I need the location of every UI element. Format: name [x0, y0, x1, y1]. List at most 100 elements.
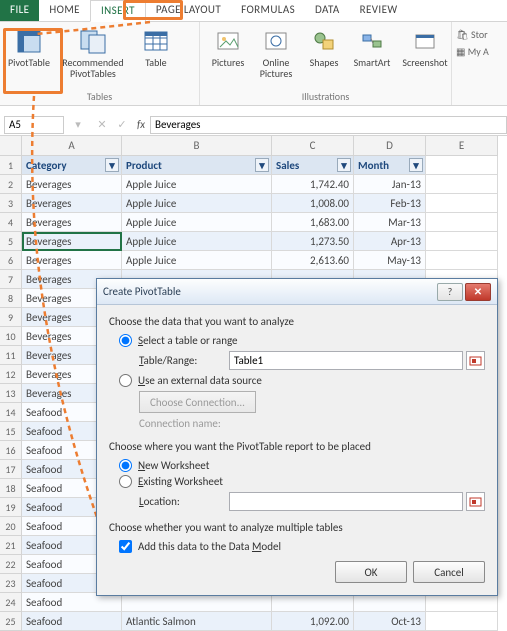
cell[interactable]: 2,613.60	[272, 251, 354, 270]
cell[interactable]: Beverages	[22, 232, 122, 251]
cell[interactable]: Beverages	[22, 213, 122, 232]
cell[interactable]: Jan-13	[354, 175, 426, 194]
formula-input[interactable]	[150, 116, 507, 134]
table-label: Table	[145, 57, 166, 68]
recommended-pivottables-icon	[79, 27, 107, 55]
cell[interactable]: 1,273.50	[272, 232, 354, 251]
radio-external-source-input[interactable]	[119, 374, 132, 387]
radio-select-table-input[interactable]	[119, 334, 132, 347]
table-range-input[interactable]	[229, 351, 463, 370]
online-pictures-icon	[262, 27, 290, 55]
label-table-range: Table/Range:	[139, 354, 229, 367]
cell[interactable]: Apple Juice	[122, 194, 272, 213]
store-button[interactable]: 🛍 Stor	[456, 28, 489, 41]
section-multiple-tables: Choose whether you want to analyze multi…	[109, 521, 485, 534]
radio-existing-worksheet[interactable]: Existing Worksheet	[119, 475, 485, 488]
tab-data[interactable]: DATA	[305, 0, 350, 21]
checkbox-data-model[interactable]: Add this data to the Data Model	[119, 540, 485, 553]
ribbon: PivotTable Recommended PivotTables Table…	[0, 22, 507, 106]
myapps-button[interactable]: ▦ My A	[456, 45, 489, 58]
section-choose-data: Choose the data that you want to analyze	[109, 315, 485, 328]
cancel-button[interactable]: Cancel	[413, 561, 485, 583]
column-header[interactable]: Category▾	[22, 156, 122, 175]
cell[interactable]: Oct-13	[354, 612, 426, 631]
screenshot-button[interactable]: Screenshot	[396, 25, 454, 90]
dialog-close-button[interactable]: ✕	[465, 283, 491, 301]
recommended-pivottables-button[interactable]: Recommended PivotTables	[54, 25, 132, 90]
range-picker-button[interactable]	[466, 351, 485, 370]
column-header[interactable]: Product▾	[122, 156, 272, 175]
online-pictures-button[interactable]: Online Pictures	[252, 25, 300, 90]
screenshot-icon	[411, 27, 439, 55]
cell[interactable]: Atlantic Salmon	[122, 612, 272, 631]
group-illustrations-label: Illustrations	[204, 90, 447, 105]
tab-insert[interactable]: INSERT	[90, 0, 146, 22]
dialog-titlebar[interactable]: Create PivotTable ? ✕	[97, 279, 497, 305]
pivottable-label: PivotTable	[8, 57, 50, 68]
cell[interactable]	[426, 175, 498, 194]
fx-icon[interactable]: fx	[132, 118, 150, 131]
radio-external-source[interactable]: Use an external data source	[119, 374, 485, 387]
namebox-dropdown-icon[interactable]: ▾	[64, 118, 92, 131]
dialog-title: Create PivotTable	[103, 285, 435, 298]
name-box[interactable]	[4, 116, 64, 134]
pictures-icon	[214, 27, 242, 55]
table-icon	[142, 27, 170, 55]
cell[interactable]: Mar-13	[354, 213, 426, 232]
radio-select-table[interactable]: Select a table or range	[119, 334, 485, 347]
tab-file[interactable]: FILE	[0, 0, 39, 21]
cell[interactable]: Feb-13	[354, 194, 426, 213]
filter-dropdown-icon[interactable]: ▾	[255, 158, 269, 172]
smartart-button[interactable]: SmartArt	[348, 25, 396, 90]
shapes-icon	[310, 27, 338, 55]
filter-dropdown-icon[interactable]: ▾	[105, 158, 119, 172]
cancel-edit-icon: ✕	[97, 118, 106, 131]
cell[interactable]: 1,683.00	[272, 213, 354, 232]
cell[interactable]: 1,092.00	[272, 612, 354, 631]
location-input[interactable]	[229, 492, 463, 511]
cell[interactable]	[426, 213, 498, 232]
ribbon-tabs: FILE HOME INSERT PAGE LAYOUT FORMULAS DA…	[0, 0, 507, 22]
tab-home[interactable]: HOME	[39, 0, 90, 21]
column-header[interactable]: Sales▾	[272, 156, 354, 175]
cell[interactable]	[426, 612, 498, 631]
cell[interactable]	[426, 251, 498, 270]
group-tables-label: Tables	[4, 90, 195, 105]
confirm-edit-icon: ✓	[117, 118, 126, 131]
label-connection-name: Connection name:	[139, 417, 221, 430]
cell[interactable]: Apple Juice	[122, 232, 272, 251]
cell[interactable]: May-13	[354, 251, 426, 270]
cell[interactable]: Beverages	[22, 194, 122, 213]
pictures-button[interactable]: Pictures	[204, 25, 252, 90]
cell[interactable]: Beverages	[22, 251, 122, 270]
cell[interactable]	[426, 194, 498, 213]
table-button[interactable]: Table	[132, 25, 180, 90]
cell[interactable]: Apple Juice	[122, 251, 272, 270]
tab-pagelayout[interactable]: PAGE LAYOUT	[146, 0, 231, 21]
cell[interactable]: Apr-13	[354, 232, 426, 251]
filter-dropdown-icon[interactable]: ▾	[337, 158, 351, 172]
radio-new-worksheet-input[interactable]	[119, 459, 132, 472]
filter-dropdown-icon[interactable]: ▾	[409, 158, 423, 172]
cell[interactable]: Apple Juice	[122, 213, 272, 232]
radio-existing-worksheet-input[interactable]	[119, 475, 132, 488]
cell[interactable]: 1,742.40	[272, 175, 354, 194]
shapes-button[interactable]: Shapes	[300, 25, 348, 90]
column-header[interactable]: Month▾	[354, 156, 426, 175]
cell[interactable]	[426, 232, 498, 251]
cell[interactable]: 1,008.00	[272, 194, 354, 213]
choose-connection-button: Choose Connection...	[139, 391, 256, 413]
dialog-help-button[interactable]: ?	[437, 283, 463, 301]
cell[interactable]: Beverages	[22, 175, 122, 194]
radio-new-worksheet[interactable]: New Worksheet	[119, 459, 485, 472]
checkbox-data-model-input[interactable]	[119, 540, 132, 553]
pivottable-button[interactable]: PivotTable	[4, 25, 54, 90]
section-choose-location: Choose where you want the PivotTable rep…	[109, 440, 485, 453]
ok-button[interactable]: OK	[335, 561, 407, 583]
label-location: Location:	[139, 495, 229, 508]
location-picker-button[interactable]	[466, 492, 485, 511]
tab-formulas[interactable]: FORMULAS	[231, 0, 305, 21]
tab-review[interactable]: REVIEW	[350, 0, 408, 21]
cell[interactable]: Seafood	[22, 612, 122, 631]
cell[interactable]: Apple Juice	[122, 175, 272, 194]
